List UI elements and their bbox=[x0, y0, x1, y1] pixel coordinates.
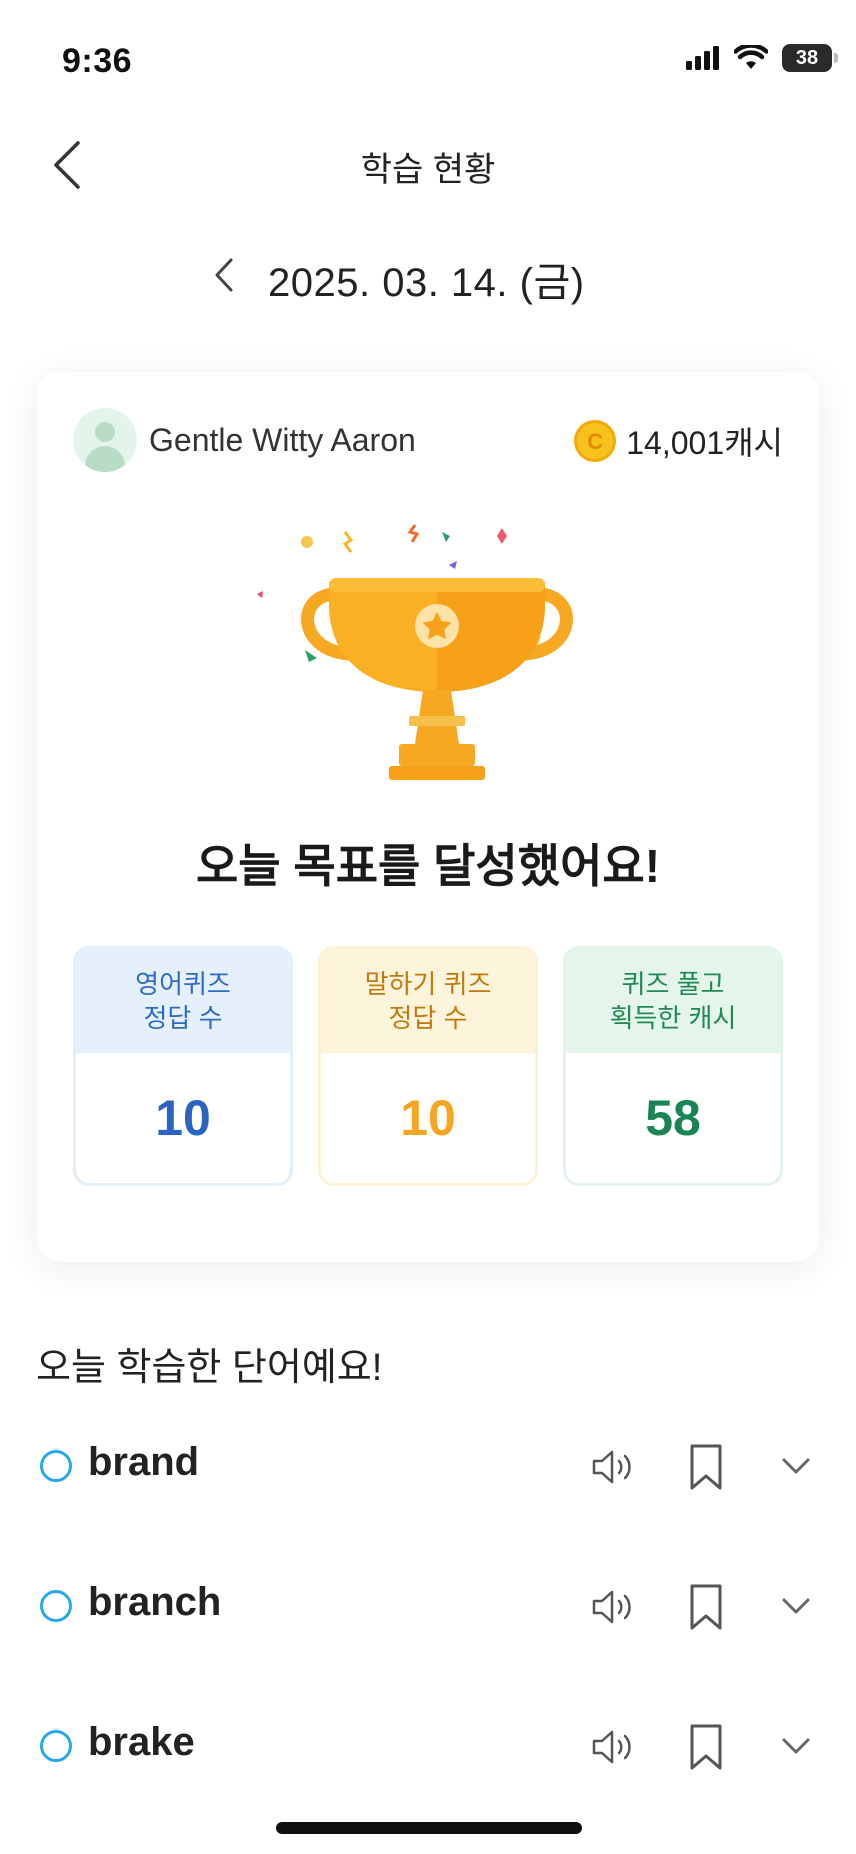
quiz-cash-earned-stat: 퀴즈 풀고 획득한 캐시 58 bbox=[563, 946, 783, 1186]
previous-date-button[interactable] bbox=[200, 251, 248, 299]
word-text: brake bbox=[88, 1720, 195, 1764]
list-item: brake bbox=[0, 1690, 856, 1830]
status-time: 9:36 bbox=[62, 42, 133, 80]
chevron-left-icon bbox=[215, 258, 233, 292]
page-title: 학습 현황 bbox=[360, 151, 496, 189]
home-indicator bbox=[276, 1822, 582, 1834]
avatar bbox=[73, 408, 137, 472]
english-quiz-correct-stat: 영어퀴즈 정답 수 10 bbox=[73, 946, 293, 1186]
word-text: brand bbox=[88, 1440, 200, 1484]
word-check-circle[interactable] bbox=[40, 1590, 72, 1622]
cash-amount: 14,001캐시 bbox=[626, 425, 783, 461]
cash-balance: 14,001캐시 bbox=[574, 418, 783, 464]
user-profile: Gentle Witty Aaron bbox=[73, 408, 416, 472]
stat-label: 퀴즈 풀고 획득한 캐시 bbox=[566, 949, 780, 1053]
stat-value: 58 bbox=[645, 1090, 701, 1146]
word-list: brand branch brake bbox=[0, 1410, 856, 1830]
stat-value: 10 bbox=[155, 1090, 211, 1146]
learning-status-screen: 9:36 38 학습 현황 2025. 03. 14. (금) Gentle W… bbox=[0, 0, 856, 1854]
word-check-circle[interactable] bbox=[40, 1730, 72, 1762]
date-navigator: 2025. 03. 14. (금) bbox=[0, 245, 856, 305]
speaking-quiz-correct-stat: 말하기 퀴즈 정답 수 10 bbox=[318, 946, 538, 1186]
chevron-down-icon[interactable] bbox=[778, 1448, 814, 1484]
current-date: 2025. 03. 14. (금) bbox=[268, 261, 585, 305]
wifi-icon bbox=[734, 45, 768, 69]
battery-level-text: 38 bbox=[795, 46, 819, 69]
list-item: branch bbox=[0, 1550, 856, 1690]
bookmark-icon[interactable] bbox=[684, 1442, 728, 1492]
word-text: branch bbox=[88, 1580, 222, 1624]
speaker-icon[interactable] bbox=[588, 1722, 638, 1772]
speaker-icon[interactable] bbox=[588, 1582, 638, 1632]
cellular-signal-icon bbox=[686, 46, 719, 70]
quiz-stats: 영어퀴즈 정답 수 10 말하기 퀴즈 정답 수 10 퀴즈 풀고 획득한 캐시… bbox=[73, 946, 783, 1186]
status-bar: 9:36 38 bbox=[0, 0, 856, 120]
stat-label: 말하기 퀴즈 정답 수 bbox=[321, 949, 535, 1053]
header: 학습 현황 bbox=[0, 120, 856, 210]
stat-value: 10 bbox=[400, 1090, 456, 1146]
stat-label: 영어퀴즈 정답 수 bbox=[76, 949, 290, 1053]
battery-icon: 38 bbox=[782, 44, 838, 72]
bookmark-icon[interactable] bbox=[684, 1582, 728, 1632]
chevron-down-icon[interactable] bbox=[778, 1728, 814, 1764]
bookmark-icon[interactable] bbox=[684, 1722, 728, 1772]
status-icons: 38 bbox=[686, 44, 838, 72]
daily-summary-card: Gentle Witty Aaron 14,001캐시 bbox=[37, 372, 819, 1262]
speaker-icon[interactable] bbox=[588, 1442, 638, 1492]
user-name: Gentle Witty Aaron bbox=[149, 421, 416, 458]
chevron-down-icon[interactable] bbox=[778, 1588, 814, 1624]
trophy-icon bbox=[257, 524, 573, 780]
word-check-circle[interactable] bbox=[40, 1450, 72, 1482]
goal-achieved-message: 오늘 목표를 달성했어요! bbox=[195, 840, 661, 892]
coin-icon bbox=[574, 420, 617, 462]
list-item: brand bbox=[0, 1410, 856, 1550]
words-section-title: 오늘 학습한 단어예요! bbox=[36, 1347, 383, 1389]
